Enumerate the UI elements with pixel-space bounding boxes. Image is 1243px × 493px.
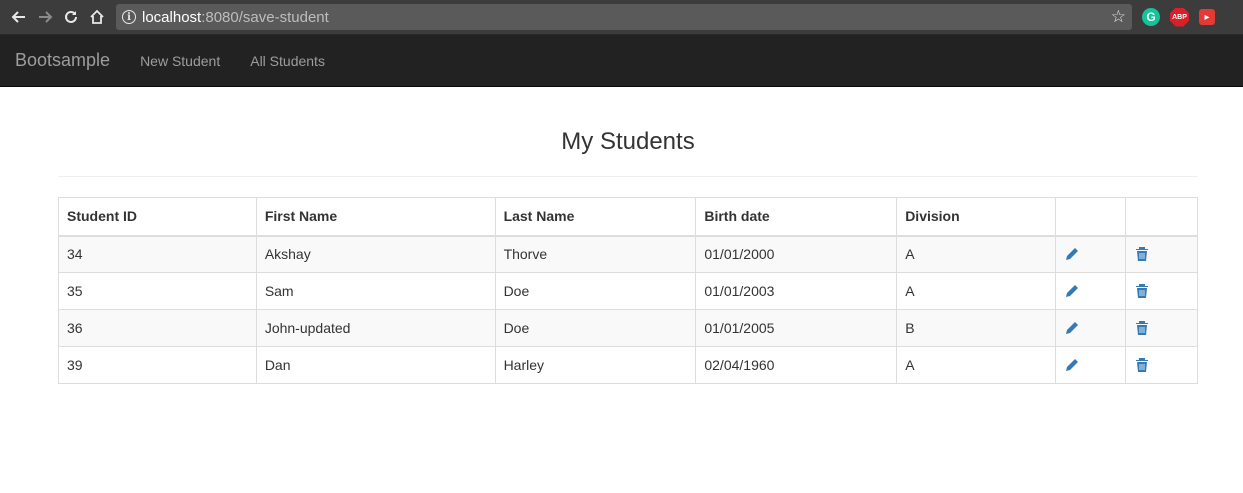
table-row: 39 Dan Harley 02/04/1960 A xyxy=(58,346,1198,384)
header-student-id: Student ID xyxy=(58,197,257,237)
navbar: Bootsample New Student All Students xyxy=(0,35,1243,87)
adblock-extension-icon[interactable]: ABP xyxy=(1170,7,1189,27)
header-last-name: Last Name xyxy=(494,197,697,237)
pencil-icon xyxy=(1066,248,1079,261)
delete-button[interactable] xyxy=(1125,235,1198,273)
table-row: 34 Akshay Thorve 01/01/2000 A xyxy=(58,235,1198,273)
trash-icon xyxy=(1136,358,1148,372)
cell-division: A xyxy=(896,272,1057,310)
nav-all-students[interactable]: All Students xyxy=(250,53,325,69)
browser-toolbar: i localhost:8080/save-student ☆ G ABP ▸ xyxy=(0,0,1243,35)
info-icon[interactable]: i xyxy=(122,10,136,24)
arrow-right-icon xyxy=(39,11,53,23)
navbar-brand[interactable]: Bootsample xyxy=(15,50,110,71)
page-title: My Students xyxy=(58,88,1198,177)
pencil-icon xyxy=(1066,285,1079,297)
forward-button[interactable] xyxy=(32,4,58,30)
cell-first-name: Sam xyxy=(255,272,496,310)
edit-button[interactable] xyxy=(1055,346,1126,384)
cell-division: A xyxy=(896,235,1057,273)
cell-birth-date: 01/01/2000 xyxy=(695,235,898,273)
delete-button[interactable] xyxy=(1125,272,1198,310)
cell-last-name: Doe xyxy=(494,272,697,310)
cell-division: A xyxy=(896,346,1057,384)
delete-button[interactable] xyxy=(1125,346,1198,384)
header-first-name: First Name xyxy=(255,197,496,237)
bookmark-star-icon[interactable]: ☆ xyxy=(1111,7,1126,27)
cell-last-name: Doe xyxy=(494,309,697,347)
header-birth-date: Birth date xyxy=(695,197,898,237)
nav-new-student[interactable]: New Student xyxy=(140,53,220,69)
cell-birth-date: 01/01/2005 xyxy=(695,309,898,347)
cell-division: B xyxy=(896,309,1057,347)
back-button[interactable] xyxy=(6,4,32,30)
cell-last-name: Thorve xyxy=(494,235,697,273)
edit-button[interactable] xyxy=(1055,309,1126,347)
table-row: 36 John-updated Doe 01/01/2005 B xyxy=(58,309,1198,347)
red-extension-icon[interactable]: ▸ xyxy=(1199,9,1215,25)
cell-birth-date: 01/01/2003 xyxy=(695,272,898,310)
arrow-left-icon xyxy=(11,11,25,23)
header-delete xyxy=(1125,197,1198,237)
table-header-row: Student ID First Name Last Name Birth da… xyxy=(58,197,1198,237)
pencil-icon xyxy=(1066,322,1079,334)
home-button[interactable] xyxy=(84,4,110,30)
main-content: My Students Student ID First Name Last N… xyxy=(58,88,1198,384)
edit-button[interactable] xyxy=(1055,235,1126,273)
cell-student-id: 39 xyxy=(58,346,257,384)
table-row: 35 Sam Doe 01/01/2003 A xyxy=(58,272,1198,310)
cell-student-id: 34 xyxy=(58,235,257,273)
url-text: localhost:8080/save-student xyxy=(142,9,329,26)
extensions: G ABP ▸ xyxy=(1142,7,1215,27)
url-path: :8080/save-student xyxy=(201,8,329,26)
address-bar[interactable]: i localhost:8080/save-student ☆ xyxy=(116,4,1132,30)
header-division: Division xyxy=(896,197,1057,237)
url-host: localhost xyxy=(142,8,202,26)
cell-first-name: Dan xyxy=(255,346,496,384)
cell-student-id: 36 xyxy=(58,309,257,347)
cell-birth-date: 02/04/1960 xyxy=(695,346,898,384)
reload-button[interactable] xyxy=(58,4,84,30)
trash-icon xyxy=(1136,321,1148,335)
delete-button[interactable] xyxy=(1125,309,1198,347)
cell-last-name: Harley xyxy=(494,346,697,384)
trash-icon xyxy=(1136,247,1148,262)
cell-first-name: Akshay xyxy=(255,235,496,273)
students-table: Student ID First Name Last Name Birth da… xyxy=(58,197,1198,384)
pencil-icon xyxy=(1066,359,1079,371)
cell-student-id: 35 xyxy=(58,272,257,310)
home-icon xyxy=(90,9,104,24)
reload-icon xyxy=(65,10,77,23)
cell-first-name: John-updated xyxy=(255,309,496,347)
header-edit xyxy=(1055,197,1126,237)
grammarly-extension-icon[interactable]: G xyxy=(1142,8,1160,26)
trash-icon xyxy=(1136,284,1148,298)
edit-button[interactable] xyxy=(1055,272,1126,310)
